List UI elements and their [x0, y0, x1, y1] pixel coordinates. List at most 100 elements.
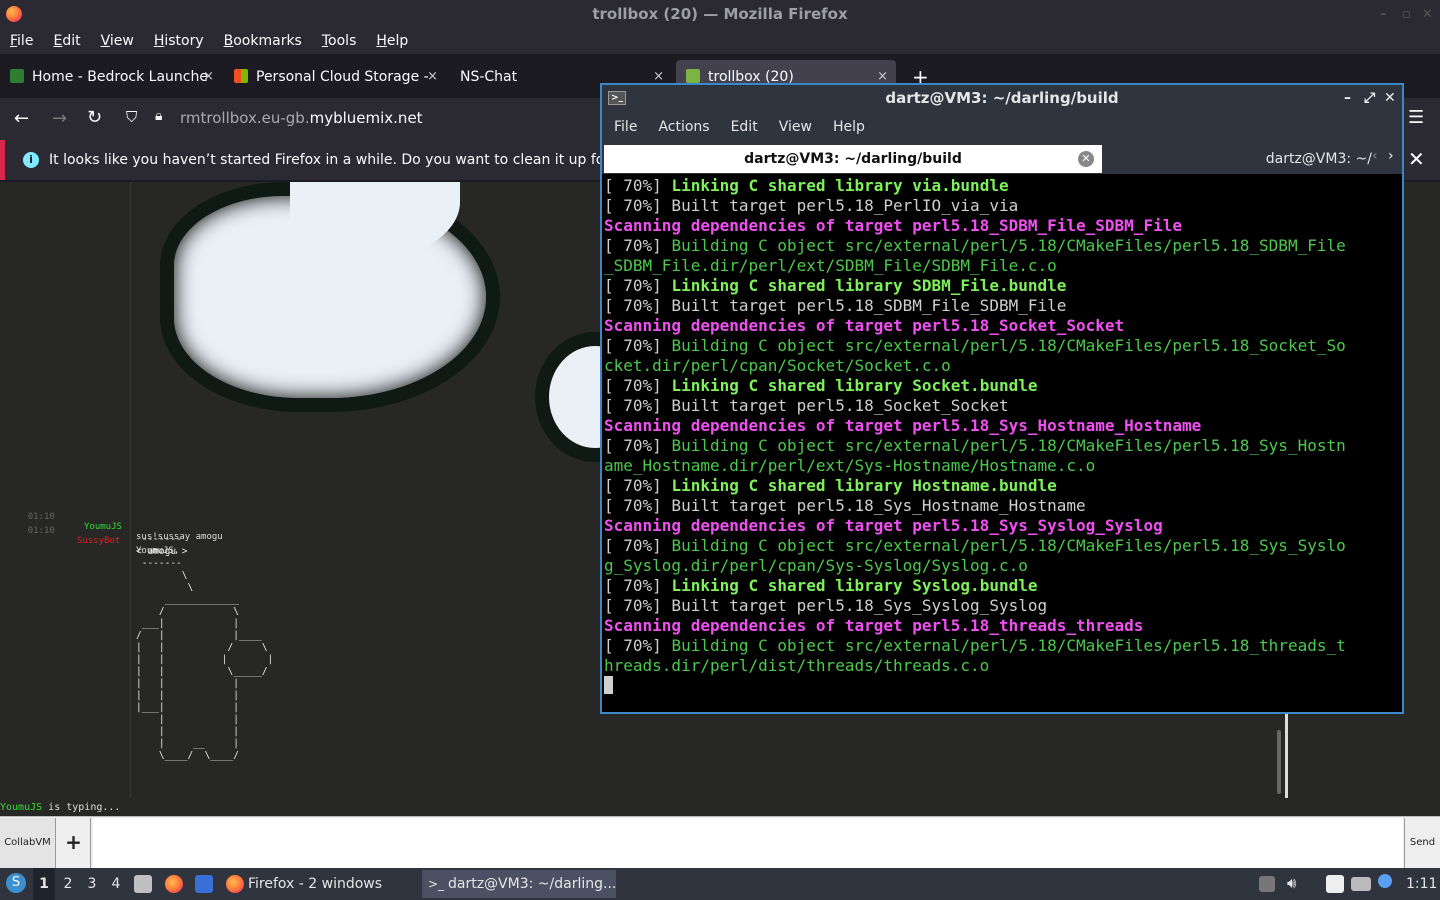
terminal-line: [ 70%] Linking C shared library SDBM_Fil…: [604, 276, 1400, 296]
notification-close-icon[interactable]: ✕: [1408, 147, 1425, 171]
back-icon[interactable]: ←: [14, 108, 29, 129]
terminal-line: [ 70%] Building C object src/external/pe…: [604, 436, 1400, 456]
send-button[interactable]: Send: [1404, 818, 1440, 868]
terminal-line: _SDBM_File.dir/perl/ext/SDBM_File/SDBM_F…: [604, 256, 1400, 276]
network-icon[interactable]: [1351, 877, 1371, 891]
menu-tools[interactable]: Tools: [312, 29, 367, 49]
term-menu-file[interactable]: File: [602, 112, 646, 135]
url-bar[interactable]: rmtrollbox.eu-gb.mybluemix.net: [180, 109, 423, 127]
divider-line: [1285, 712, 1288, 798]
message-user[interactable]: SussyBot: [77, 536, 120, 546]
minimize-icon[interactable]: –: [1380, 0, 1387, 29]
menu-help[interactable]: Help: [366, 29, 418, 49]
tab-cloud-storage[interactable]: Personal Cloud Storage - ×: [234, 60, 440, 94]
typing-text: is typing...: [42, 802, 121, 813]
menu-file[interactable]: File: [0, 29, 43, 49]
terminal-text: [ 70%]: [604, 276, 672, 295]
menu-view[interactable]: View: [91, 29, 144, 49]
bedrock-favicon-icon: [10, 69, 24, 83]
tab-close-icon[interactable]: ✕: [1078, 151, 1094, 167]
terminal-text: Building C object src/external/perl/5.18…: [671, 236, 1346, 255]
tab-bedrock[interactable]: Home - Bedrock Launche ×: [10, 60, 216, 94]
firefox-titlebar: trollbox (20) — Mozilla Firefox – ▫ ✕: [0, 0, 1440, 29]
firefox-launcher-icon[interactable]: [165, 875, 183, 893]
terminal-text: [ 70%]: [604, 636, 672, 655]
menu-history[interactable]: History: [144, 29, 214, 49]
collabvm-button[interactable]: CollabVM: [0, 818, 56, 868]
terminal-tab-active[interactable]: dartz@VM3: ~/darling/build ✕: [604, 145, 1102, 173]
terminal-title: dartz@VM3: ~/darling/build: [885, 89, 1119, 107]
tab-label: dartz@VM3: ~/: [1265, 151, 1372, 167]
term-menu-edit[interactable]: Edit: [719, 112, 767, 135]
term-menu-actions[interactable]: Actions: [646, 112, 718, 135]
menu-edit[interactable]: Edit: [43, 29, 90, 49]
chat-scrollbar[interactable]: [1277, 730, 1281, 794]
reload-icon[interactable]: ↻: [87, 107, 102, 128]
workspace-3[interactable]: 3: [81, 868, 103, 900]
terminal-tabbar: dartz@VM3: ~/darling/build ✕ dartz@VM3: …: [602, 142, 1402, 174]
terminal-text: Building C object src/external/perl/5.18…: [671, 536, 1346, 555]
terminal-line: [ 70%] Linking C shared library Socket.b…: [604, 376, 1400, 396]
terminal-text: [ 70%] Built target perl5.18_PerlIO_via_…: [604, 196, 1019, 215]
lock-icon[interactable]: 🔒︎: [155, 108, 162, 124]
close-icon[interactable]: ✕: [1422, 0, 1433, 29]
terminal-text: [ 70%]: [604, 336, 672, 355]
typing-indicator: YoumuJS is typing...: [0, 802, 120, 813]
terminal-text: [ 70%] Built target perl5.18_SDBM_File_S…: [604, 296, 1067, 315]
terminal-cursor: [604, 676, 613, 694]
tab-scroll-right-icon[interactable]: ›: [1388, 148, 1394, 164]
workspace-4[interactable]: 4: [105, 868, 127, 900]
terminal-line: [ 70%] Building C object src/external/pe…: [604, 236, 1400, 256]
terminal-icon: >_: [428, 877, 445, 891]
workspace-2[interactable]: 2: [57, 868, 79, 900]
terminal-line: [ 70%] Built target perl5.18_PerlIO_via_…: [604, 196, 1400, 216]
terminal-text: [ 70%]: [604, 476, 672, 495]
term-menu-help[interactable]: Help: [821, 112, 874, 135]
terminal-text: [ 70%]: [604, 376, 672, 395]
workspace-1[interactable]: 1: [33, 868, 55, 900]
terminal-text: [ 70%] Built target perl5.18_Sys_Hostnam…: [604, 496, 1086, 515]
hamburger-menu-icon[interactable]: ☰: [1408, 107, 1424, 128]
forward-icon[interactable]: →: [52, 108, 67, 129]
terminal-text: [ 70%] Built target perl5.18_Socket_Sock…: [604, 396, 1009, 415]
maximize-icon[interactable]: ▫: [1402, 0, 1411, 29]
file-manager-icon[interactable]: [134, 875, 152, 893]
plus-button[interactable]: +: [57, 818, 91, 868]
maximize-icon[interactable]: ⤢: [1364, 85, 1375, 112]
volume-icon[interactable]: 🔊︎: [1287, 874, 1296, 892]
terminal-menubar: File Actions Edit View Help: [602, 112, 1402, 142]
taskbar: S 1 2 3 4 Firefox - 2 windows >_ dartz@V…: [0, 868, 1440, 900]
terminal-text: [ 70%]: [604, 536, 672, 555]
chat-message-input[interactable]: [93, 818, 1403, 868]
term-menu-view[interactable]: View: [767, 112, 821, 135]
menu-bookmarks[interactable]: Bookmarks: [214, 29, 312, 49]
start-menu-icon[interactable]: S: [6, 873, 26, 893]
terminal-text: [ 70%] Built target perl5.18_Sys_Syslog_…: [604, 596, 1048, 615]
desktop-icon[interactable]: [195, 875, 213, 893]
tab-close-icon[interactable]: ×: [203, 60, 214, 94]
shield-icon[interactable]: ⛉: [126, 108, 137, 126]
terminal-tab-other[interactable]: dartz@VM3: ~/: [1104, 145, 1400, 173]
message-user[interactable]: YoumuJS: [84, 522, 122, 532]
clock[interactable]: 1:11: [1406, 876, 1437, 892]
firefox-menubar: File Edit View History Bookmarks Tools Help: [0, 29, 1440, 54]
clipboard-icon[interactable]: [1326, 875, 1344, 893]
url-domain: mybluemix.net: [309, 109, 423, 127]
close-icon[interactable]: ✕: [1384, 85, 1396, 112]
terminal-output[interactable]: [ 70%] Linking C shared library via.bund…: [604, 176, 1400, 706]
tab-scroll-left-icon[interactable]: ‹: [1372, 148, 1378, 164]
tab-label: NS-Chat: [460, 69, 518, 85]
tray-icon[interactable]: [1259, 876, 1275, 892]
terminal-text: cket.dir/perl/cpan/Socket/Socket.c.o: [604, 356, 951, 375]
task-firefox[interactable]: Firefox - 2 windows: [222, 870, 412, 898]
task-terminal[interactable]: >_ dartz@VM3: ~/darling...: [422, 870, 616, 898]
terminal-line: Scanning dependencies of target perl5.18…: [604, 216, 1400, 236]
tab-close-icon[interactable]: ×: [427, 60, 438, 94]
notification-icon[interactable]: [1378, 874, 1392, 888]
terminal-text: g_Syslog.dir/perl/cpan/Sys-Syslog/Syslog…: [604, 556, 1028, 575]
tab-label: Personal Cloud Storage -: [256, 69, 429, 85]
terminal-text: [ 70%]: [604, 176, 672, 195]
task-label: dartz@VM3: ~/darling...: [448, 876, 617, 892]
terminal-text: Scanning dependencies of target perl5.18…: [604, 316, 1125, 335]
minimize-icon[interactable]: –: [1344, 85, 1351, 112]
